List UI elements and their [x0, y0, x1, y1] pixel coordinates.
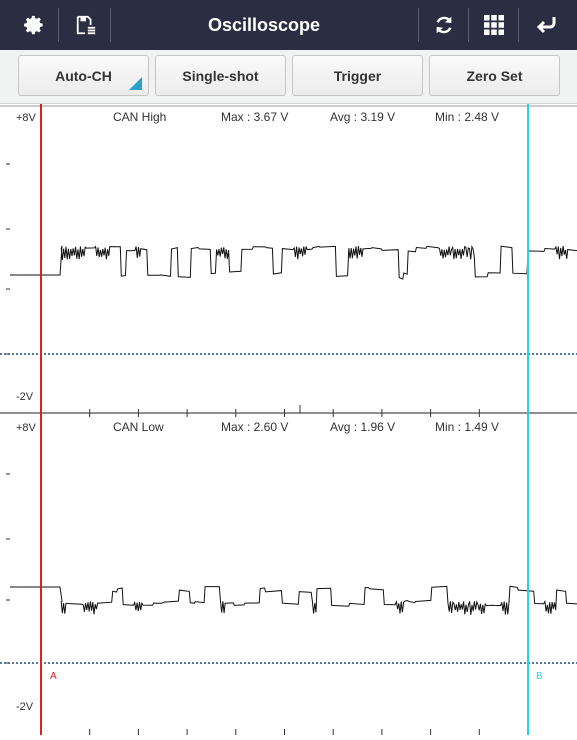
left-axis-ticks: [6, 473, 10, 664]
can-high-waveform: [10, 244, 577, 280]
trigger-button[interactable]: Trigger: [292, 55, 423, 96]
back-arrow-icon[interactable]: [522, 0, 570, 50]
single-shot-button[interactable]: Single-shot: [155, 55, 286, 96]
channel-max: Max : 3.67 V: [221, 110, 288, 124]
toolbar-divider: [418, 8, 419, 42]
save-list-icon[interactable]: [62, 0, 110, 50]
control-button-bar: Auto-CH Single-shot Trigger Zero Set: [0, 50, 577, 104]
oscilloscope-display[interactable]: +8V -2V CAN High Max : 3.67 V Avg : 3.19…: [0, 104, 577, 735]
channel-panel-can-low: +8V -2V CAN Low Max : 2.60 V Avg : 1.96 …: [0, 420, 577, 713]
trigger-label: Trigger: [333, 67, 382, 84]
gear-icon[interactable]: [10, 0, 58, 50]
axis-bottom-label: -2V: [16, 701, 34, 713]
can-low-waveform: [10, 585, 577, 615]
toolbar-divider: [518, 8, 519, 42]
channel-min: Min : 1.49 V: [435, 420, 499, 434]
toolbar-divider: [468, 8, 469, 42]
zero-set-button[interactable]: Zero Set: [429, 55, 560, 96]
axis-bottom-label: -2V: [16, 391, 34, 403]
channel-name: CAN Low: [113, 420, 164, 434]
refresh-icon[interactable]: [420, 0, 468, 50]
axis-top-label: +8V: [16, 422, 37, 434]
cursor-a-label: A: [50, 671, 57, 682]
channel-panel-can-high: +8V -2V CAN High Max : 3.67 V Avg : 3.19…: [0, 105, 577, 414]
channel-min: Min : 2.48 V: [435, 110, 499, 124]
app-header: Oscilloscope: [0, 0, 577, 51]
time-axis-ticks: [40, 729, 529, 735]
channel-name: CAN High: [113, 110, 166, 124]
grid-icon[interactable]: [470, 0, 518, 50]
zero-set-label: Zero Set: [466, 67, 523, 84]
single-shot-label: Single-shot: [182, 67, 259, 84]
left-axis-ticks: [6, 163, 10, 355]
channel-avg: Avg : 3.19 V: [330, 110, 395, 124]
channel-avg: Avg : 1.96 V: [330, 420, 395, 434]
auto-ch-button[interactable]: Auto-CH: [18, 55, 149, 96]
auto-ch-label: Auto-CH: [55, 67, 112, 84]
app-title: Oscilloscope: [207, 15, 321, 35]
toolbar-divider: [58, 8, 59, 42]
channel-max: Max : 2.60 V: [221, 420, 288, 434]
dropdown-corner-icon: [129, 77, 142, 90]
axis-top-label: +8V: [16, 112, 37, 124]
cursor-b-label: B: [536, 671, 543, 682]
